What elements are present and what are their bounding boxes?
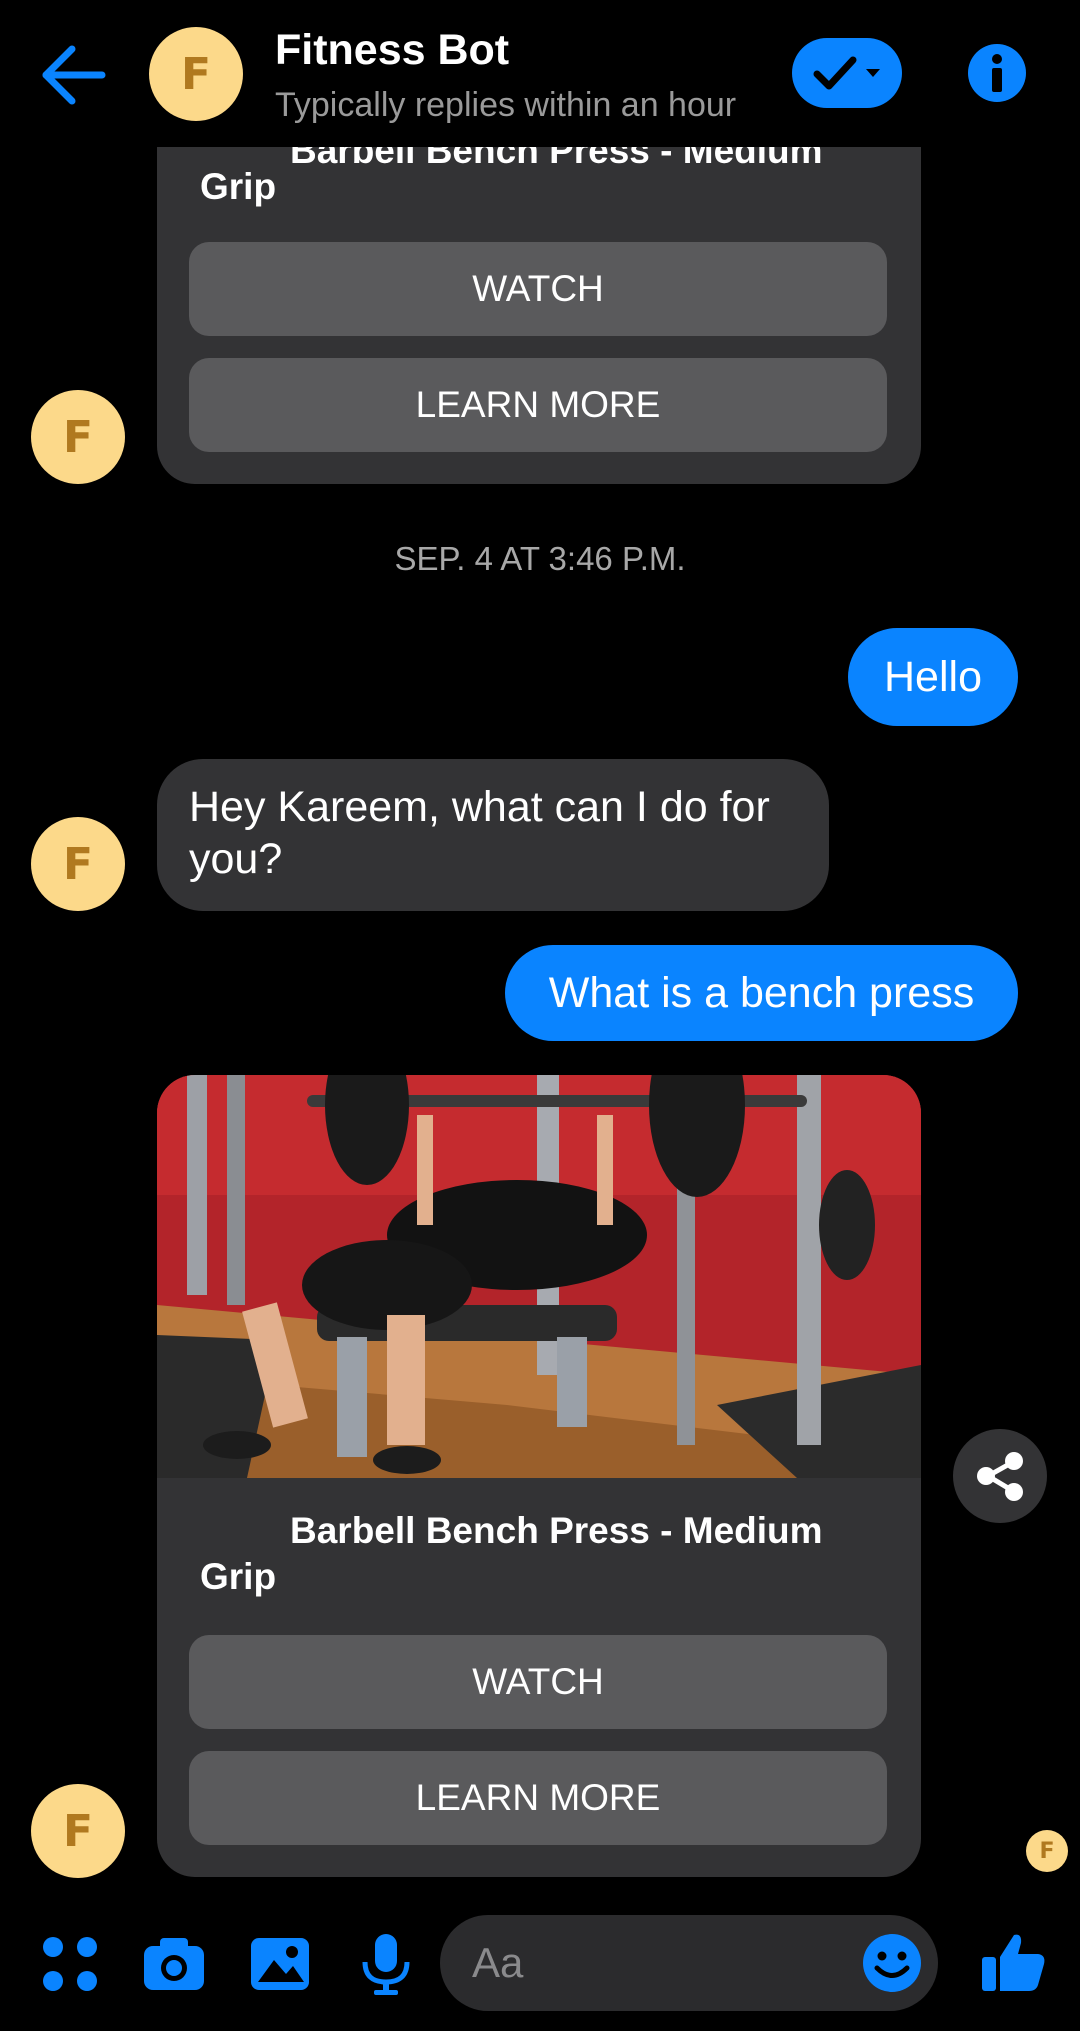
chevron-down-icon bbox=[866, 69, 880, 77]
message-list[interactable]: Barbell Bench Press - Medium Grip WATCH … bbox=[0, 0, 1080, 1900]
back-arrow-icon bbox=[42, 45, 106, 105]
generic-template-card: Barbell Bench Press - Medium Grip WATCH … bbox=[157, 1075, 921, 1877]
response-time-subtitle: Typically replies within an hour bbox=[275, 86, 737, 124]
microphone-icon[interactable] bbox=[352, 1930, 420, 1998]
image-icon[interactable] bbox=[246, 1930, 314, 1998]
outgoing-message[interactable]: What is a bench press bbox=[505, 945, 1018, 1041]
read-receipt-avatar: F bbox=[1026, 1830, 1068, 1872]
share-icon bbox=[977, 1452, 1023, 1501]
camera-icon[interactable] bbox=[140, 1930, 208, 1998]
message-input-placeholder: Aa bbox=[472, 1939, 524, 1986]
bot-avatar[interactable]: F bbox=[31, 817, 125, 911]
incoming-message[interactable]: Hey Kareem, what can I do for you? bbox=[157, 759, 829, 911]
learn-more-button[interactable]: LEARN MORE bbox=[189, 1751, 887, 1845]
info-icon bbox=[968, 44, 1026, 102]
check-icon bbox=[813, 56, 857, 90]
bot-avatar[interactable]: F bbox=[31, 390, 125, 484]
message-timestamp: SEP. 4 AT 3:46 P.M. bbox=[394, 540, 686, 577]
apps-icon[interactable] bbox=[36, 1930, 104, 1998]
card-title-tail: Grip bbox=[200, 166, 277, 207]
learn-more-button[interactable]: LEARN MORE bbox=[189, 358, 887, 452]
watch-button[interactable]: WATCH bbox=[189, 242, 887, 336]
page-avatar[interactable]: F bbox=[149, 27, 243, 121]
bench-press-image[interactable] bbox=[157, 1075, 921, 1478]
conversation-title[interactable]: Fitness Bot bbox=[275, 26, 509, 75]
back-button[interactable] bbox=[36, 40, 112, 110]
info-button[interactable] bbox=[962, 38, 1032, 108]
generic-template-card: Barbell Bench Press - Medium Grip WATCH … bbox=[157, 110, 921, 484]
status-button[interactable] bbox=[792, 38, 902, 108]
thumbs-up-icon[interactable] bbox=[978, 1927, 1048, 1997]
bot-avatar[interactable]: F bbox=[31, 1784, 125, 1878]
card-title: Barbell Bench Press - Medium Grip bbox=[200, 1510, 823, 1597]
emoji-icon[interactable] bbox=[860, 1931, 924, 1995]
outgoing-message[interactable]: Hello bbox=[848, 628, 1018, 726]
message-input[interactable]: Aa bbox=[440, 1915, 938, 2011]
conversation-header: F Fitness Bot Typically replies within a… bbox=[0, 0, 1080, 147]
watch-button[interactable]: WATCH bbox=[189, 1635, 887, 1729]
share-button[interactable] bbox=[953, 1429, 1047, 1523]
